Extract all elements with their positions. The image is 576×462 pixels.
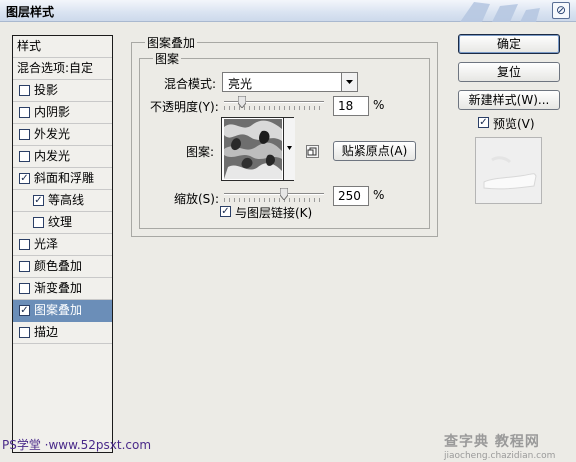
style-item-checkbox[interactable]	[19, 129, 30, 140]
style-item-label: 混合选项:自定	[17, 61, 94, 75]
scale-slider-thumb[interactable]	[280, 188, 288, 200]
style-item-checkbox[interactable]	[19, 239, 30, 250]
style-item[interactable]: 投影	[13, 80, 112, 102]
pattern-swatch	[224, 119, 282, 179]
style-item-label: 描边	[34, 325, 59, 339]
new-style-button[interactable]: 新建样式(W)...	[458, 90, 560, 110]
opacity-slider-thumb[interactable]	[238, 96, 246, 108]
style-item-label: 内发光	[34, 149, 71, 163]
scale-label: 缩放(S):	[174, 192, 220, 206]
scale-slider-ticks	[224, 198, 324, 202]
window-title: 图层样式	[6, 5, 55, 19]
group-title: 图案	[153, 50, 182, 67]
new-preset-icon	[307, 147, 317, 156]
style-item-checkbox[interactable]	[19, 151, 30, 162]
style-item[interactable]: 内阴影	[13, 102, 112, 124]
watermark-left: PS学堂 ·www.52psxt.com	[2, 438, 152, 452]
style-item-label: 投影	[34, 83, 59, 97]
style-item-checkbox[interactable]: ✓	[33, 195, 44, 206]
section-title: 图案叠加	[145, 34, 198, 51]
style-item-checkbox[interactable]	[19, 107, 30, 118]
style-item-label: 外发光	[34, 127, 71, 141]
style-item[interactable]: 渐变叠加	[13, 278, 112, 300]
close-button[interactable]: ⊘	[552, 2, 570, 19]
snap-to-origin-button[interactable]: 贴紧原点(A)	[333, 141, 416, 161]
chevron-down-icon	[341, 73, 357, 91]
style-item[interactable]: 光泽	[13, 234, 112, 256]
ok-button[interactable]: 确定	[458, 34, 560, 54]
style-item-checkbox[interactable]	[19, 261, 30, 272]
opacity-input[interactable]: 18	[333, 96, 369, 116]
style-item-label: 等高线	[48, 193, 85, 207]
style-item-label: 光泽	[34, 237, 59, 251]
window-pattern-decoration	[460, 2, 540, 22]
style-item[interactable]: 混合选项:自定	[13, 58, 112, 80]
chevron-down-icon	[287, 146, 292, 150]
style-preview-swatch	[475, 137, 542, 204]
preview-image	[476, 138, 541, 203]
styles-list: 样式 混合选项:自定投影内阴影外发光内发光 ✓ 斜面和浮雕 ✓ 等高线纹理光泽颜色叠加渐…	[12, 35, 113, 453]
style-item-checkbox[interactable]	[33, 217, 44, 228]
preview-checkbox[interactable]: ✓ 预览(V)	[478, 115, 558, 131]
link-with-layer-checkbox[interactable]: ✓ 与图层链接(K)	[220, 204, 370, 220]
style-item[interactable]: 纹理	[13, 212, 112, 234]
style-item[interactable]: 描边	[13, 322, 112, 344]
style-item-checkbox[interactable]	[19, 327, 30, 338]
pattern-label: 图案:	[186, 145, 215, 159]
blend-mode-select[interactable]: 亮光	[222, 72, 358, 92]
style-item-label: 纹理	[48, 215, 73, 229]
style-item-label: 颜色叠加	[34, 259, 83, 273]
style-item-label: 内阴影	[34, 105, 71, 119]
pattern-picker[interactable]	[221, 117, 295, 181]
scale-slider-track[interactable]	[224, 193, 324, 195]
styles-header: 样式	[13, 36, 112, 58]
opacity-label: 不透明度(Y):	[150, 100, 219, 114]
style-item-checkbox[interactable]	[19, 283, 30, 294]
style-item[interactable]: ✓ 等高线	[13, 190, 112, 212]
preview-label: 预览(V)	[493, 117, 535, 131]
new-preset-button[interactable]	[306, 145, 319, 158]
preview-checkbox-box[interactable]: ✓	[478, 117, 489, 128]
watermark-right: 查字典 教程网 jiaocheng.chazidian.com	[444, 434, 556, 461]
link-with-layer-label: 与图层链接(K)	[235, 206, 313, 220]
opacity-percent: %	[373, 98, 385, 112]
scale-percent: %	[373, 188, 385, 202]
style-item[interactable]: 外发光	[13, 124, 112, 146]
style-item-checkbox[interactable]	[19, 85, 30, 96]
blend-mode-value: 亮光	[228, 77, 253, 91]
close-icon: ⊘	[555, 3, 567, 17]
style-item-label: 渐变叠加	[34, 281, 83, 295]
reset-button[interactable]: 复位	[458, 62, 560, 82]
style-item[interactable]: ✓ 图案叠加	[13, 300, 112, 322]
link-checkbox-box[interactable]: ✓	[220, 206, 231, 217]
style-item-checkbox[interactable]: ✓	[19, 173, 30, 184]
style-item[interactable]: ✓ 斜面和浮雕	[13, 168, 112, 190]
style-item[interactable]: 内发光	[13, 146, 112, 168]
style-item-label: 斜面和浮雕	[34, 171, 95, 185]
scale-input[interactable]: 250	[333, 186, 369, 206]
style-item[interactable]: 颜色叠加	[13, 256, 112, 278]
style-item-label: 图案叠加	[34, 303, 83, 317]
pattern-dropdown-button[interactable]	[283, 118, 295, 180]
blend-mode-label: 混合模式:	[164, 77, 217, 91]
style-item-checkbox[interactable]: ✓	[19, 305, 30, 316]
